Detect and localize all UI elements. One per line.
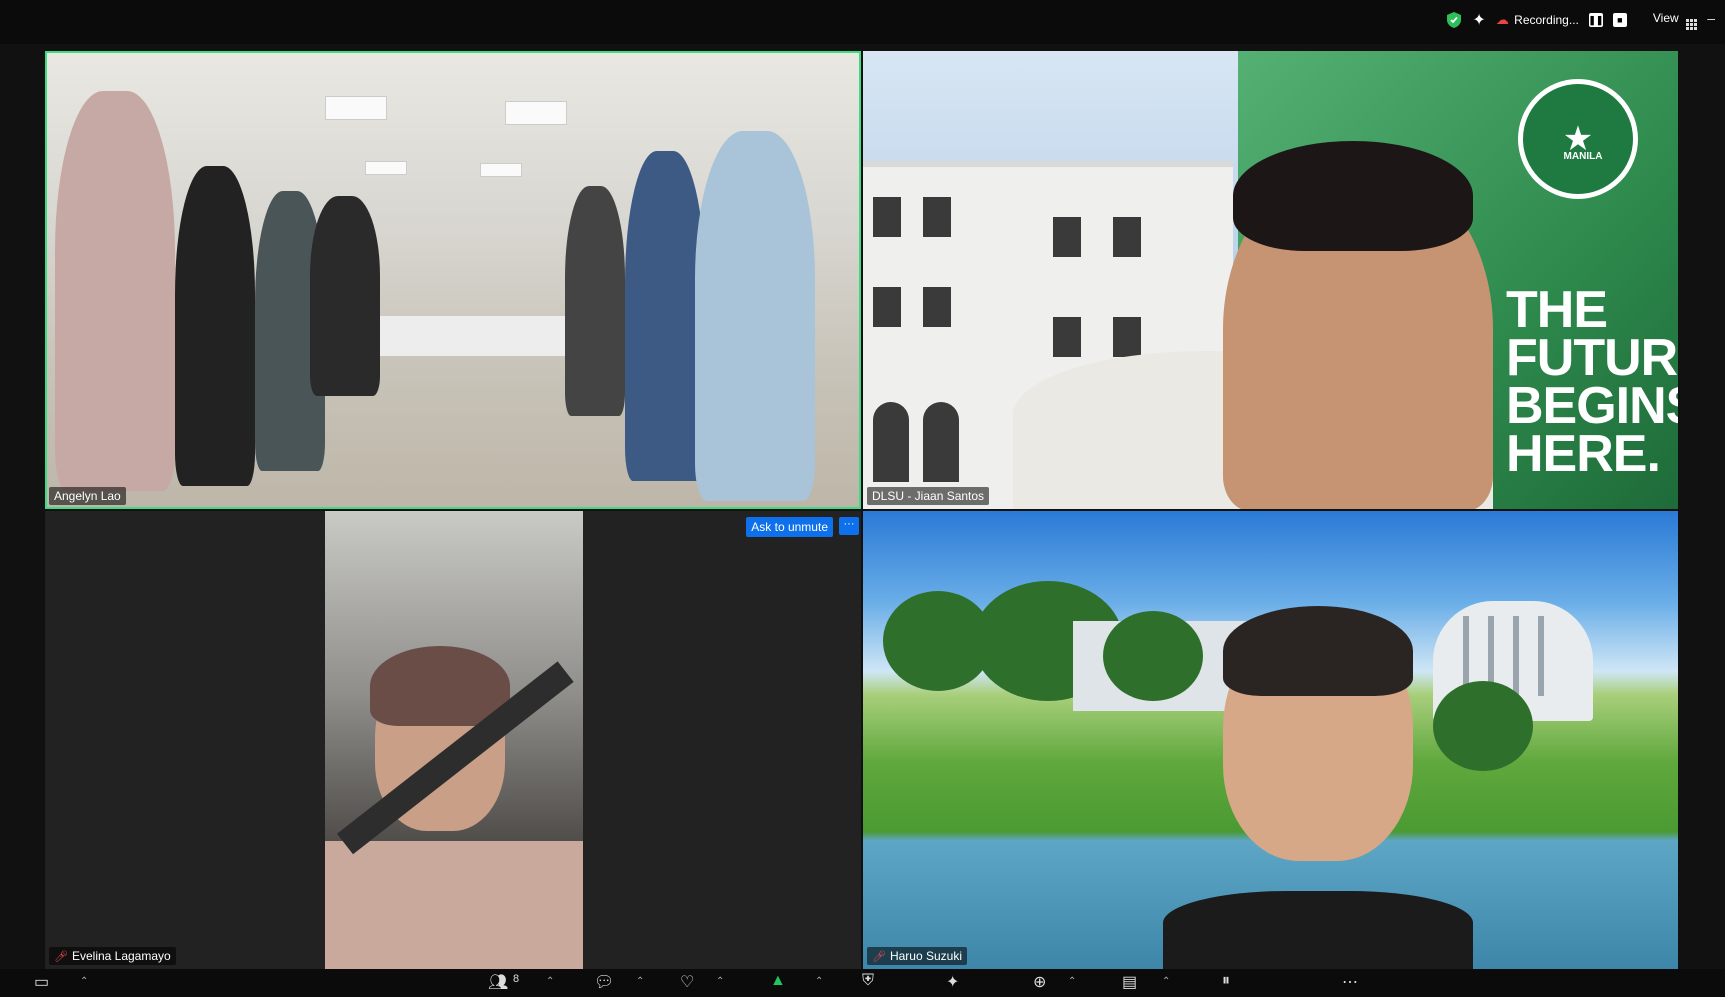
share-screen-icon[interactable]: ▲ <box>770 972 786 990</box>
video-tile-angelyn-lao[interactable]: Angelyn Lao <box>45 51 861 509</box>
participant-name: DLSU - Jiaan Santos <box>872 489 985 503</box>
chevron-up-icon[interactable]: ⌃ <box>546 976 554 987</box>
chevron-up-icon[interactable]: ⌃ <box>636 976 644 987</box>
ceiling-light <box>505 101 567 125</box>
window <box>873 287 901 327</box>
recording-controls-icon[interactable]: ⏸ <box>1222 972 1230 990</box>
view-label: View <box>1652 10 1679 25</box>
participant-hair <box>1233 141 1473 251</box>
pause-recording-icon[interactable]: ❚❚ <box>1588 13 1603 27</box>
participant-name-tag: 🎤︎ Haruo Suzuki <box>867 947 968 965</box>
recording-label: Recording... <box>1514 13 1579 27</box>
chevron-up-icon[interactable]: ⌃ <box>80 976 88 987</box>
window <box>1113 217 1141 257</box>
muted-mic-icon: 🎤︎ <box>54 950 68 963</box>
view-button[interactable]: View <box>1653 11 1697 30</box>
video-tile-haruo-suzuki[interactable]: 🎤︎ Haruo Suzuki <box>863 511 1678 969</box>
participant-name-tag: 🎤︎ Evelina Lagamayo <box>49 947 176 965</box>
ai-companion-icon[interactable]: ✦ <box>946 972 959 992</box>
arch-window <box>873 402 909 482</box>
more-icon[interactable]: ⋯ <box>1342 972 1358 992</box>
ai-companion-icon[interactable]: ✦ <box>1472 10 1485 30</box>
window <box>873 197 901 237</box>
window <box>1053 317 1081 357</box>
participant-video-feed <box>325 511 583 969</box>
window <box>923 197 951 237</box>
window <box>923 287 951 327</box>
person-figure <box>695 131 815 501</box>
apps-icon[interactable]: ⊕ <box>1033 972 1046 992</box>
participant-name: Haruo Suzuki <box>889 949 963 963</box>
ceiling-light <box>480 163 522 177</box>
person-figure <box>565 186 625 416</box>
person-figure <box>310 196 380 396</box>
video-tile-jiaan-santos[interactable]: ★ MANILA THE FUTURE BEGINS HERE. DLSU - … <box>863 51 1678 509</box>
background-slogan: THE FUTURE BEGINS HERE. <box>1506 281 1678 483</box>
ceiling-light <box>325 96 387 120</box>
rotunda-window <box>1513 616 1519 696</box>
notes-icon[interactable]: ▤ <box>1122 972 1137 992</box>
video-tile-evelina-lagamayo[interactable]: Ask to unmute ··· 🎤︎ Evelina Lagamayo <box>45 511 861 969</box>
video-camera-icon[interactable]: ▭ <box>34 972 49 992</box>
meeting-status-group: ✦ ☁ Recording... ❚❚ ■ View <box>1446 9 1697 31</box>
arch-window <box>923 402 959 482</box>
security-icon[interactable]: ⛨ <box>862 972 874 990</box>
chevron-up-icon[interactable]: ⌃ <box>1162 976 1170 987</box>
participant-shirt <box>325 841 583 969</box>
participants-icon[interactable]: 👥︎ <box>488 972 508 992</box>
seal-text: MANILA <box>1563 151 1603 162</box>
muted-mic-icon: 🎤︎ <box>872 950 886 963</box>
participant-face <box>1223 141 1493 509</box>
person-figure <box>175 166 255 486</box>
minimize-button[interactable]: – <box>1707 10 1715 26</box>
meeting-controls-bar: ▭ ⌃ 👥︎ 8 ⌃ 💬︎ ⌃ ♡ ⌃ ▲ ⌃ ⛨ ✦ ⊕ ⌃ ▤ ⌃ ⏸ ⋯ <box>0 969 1725 997</box>
window <box>1053 217 1081 257</box>
person-figure <box>625 151 705 481</box>
participants-count: 8 <box>513 973 520 985</box>
window <box>1113 317 1141 357</box>
participant-name-tag: Angelyn Lao <box>49 487 126 505</box>
reactions-icon[interactable]: ♡ <box>680 972 694 992</box>
tree <box>1103 611 1203 701</box>
participant-name: Evelina Lagamayo <box>71 949 171 963</box>
encryption-shield-icon[interactable] <box>1446 11 1462 29</box>
more-options-button[interactable]: ··· <box>839 517 859 535</box>
chevron-up-icon[interactable]: ⌃ <box>815 976 823 987</box>
chevron-up-icon[interactable]: ⌃ <box>1068 976 1076 987</box>
rotunda-window <box>1538 616 1544 696</box>
participant-shirt <box>1163 891 1473 969</box>
person-figure <box>55 91 175 491</box>
tree <box>1433 681 1533 771</box>
participant-name-tag: DLSU - Jiaan Santos <box>867 487 990 505</box>
ask-to-unmute-button[interactable]: Ask to unmute <box>746 517 833 537</box>
video-gallery: Angelyn Lao ★ MANILA THE FUTURE BEGINS H… <box>0 44 1725 969</box>
gallery-grid-icon <box>1686 18 1697 30</box>
top-bar: ✦ ☁ Recording... ❚❚ ■ View – <box>0 0 1725 44</box>
participant-name: Angelyn Lao <box>54 489 121 503</box>
recording-cloud-icon: ☁ <box>1495 12 1509 27</box>
recording-indicator[interactable]: ☁ Recording... <box>1496 12 1579 28</box>
university-seal-icon: ★ <box>1518 79 1638 199</box>
chat-icon[interactable]: 💬︎ <box>594 972 614 992</box>
participant-hair <box>1223 606 1413 696</box>
chevron-up-icon[interactable]: ⌃ <box>716 976 724 987</box>
stop-recording-icon[interactable]: ■ <box>1612 13 1627 27</box>
ceiling-light <box>365 161 407 175</box>
